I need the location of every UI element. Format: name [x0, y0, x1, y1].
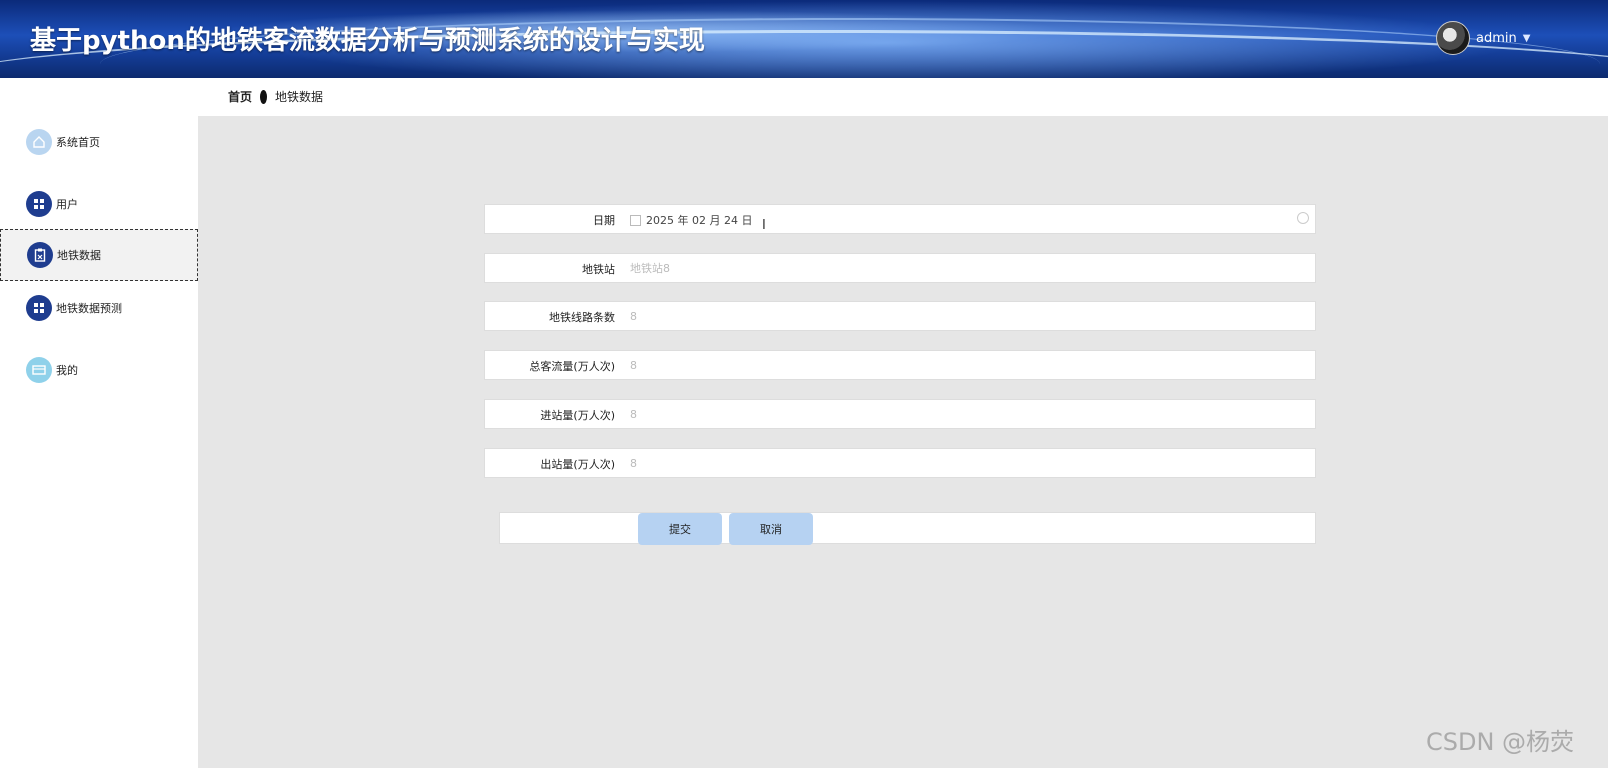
cancel-button[interactable]: 取消 — [729, 513, 813, 545]
sidebar-item-users[interactable]: 用户 — [0, 178, 198, 230]
breadcrumb-current: 地铁数据 — [275, 90, 324, 104]
calendar-icon[interactable] — [630, 214, 641, 226]
text-cursor-icon: I — [762, 218, 766, 233]
date-picker[interactable]: 2025 年 02 月 24 日 — [630, 212, 752, 228]
breadcrumb-home[interactable]: 首页 — [228, 88, 252, 105]
app-title: 基于python的地铁客流数据分析与预测系统的设计与实现 — [30, 26, 705, 56]
grid-icon — [26, 295, 52, 321]
total-flow-input[interactable] — [630, 352, 1300, 378]
user-avatar-icon[interactable] — [1436, 21, 1470, 55]
breadcrumb-separator-icon — [260, 89, 268, 104]
outbound-label: 出站量(万人次) — [540, 458, 615, 471]
form-row-inbound: 进站量(万人次) — [484, 399, 1316, 429]
watermark: CSDN @杨荧 — [1426, 728, 1575, 756]
app-header: 基于python的地铁客流数据分析与预测系统的设计与实现 admin ▼ — [0, 0, 1608, 78]
home-icon — [26, 129, 52, 155]
form-row-outbound: 出站量(万人次) — [484, 448, 1316, 478]
form-row-total-flow: 总客流量(万人次) — [484, 350, 1316, 380]
total-flow-label: 总客流量(万人次) — [529, 360, 615, 373]
lines-input[interactable] — [630, 303, 1300, 329]
form-row-station: 地铁站 — [484, 253, 1316, 283]
sidebar-item-label: 系统首页 — [56, 136, 100, 149]
lines-label: 地铁线路条数 — [549, 311, 615, 324]
date-value[interactable]: 2025 年 02 月 24 日 — [646, 212, 752, 228]
sidebar-item-subway-forecast[interactable]: 地铁数据预测 — [0, 282, 198, 334]
station-label: 地铁站 — [582, 263, 615, 276]
clipboard-icon — [27, 242, 53, 268]
form-row-date: 日期 2025 年 02 月 24 日 — [484, 204, 1316, 234]
sidebar-item-label: 地铁数据 — [57, 249, 101, 262]
date-label: 日期 — [593, 214, 615, 227]
outbound-input[interactable] — [630, 450, 1300, 476]
sidebar-item-label: 地铁数据预测 — [56, 302, 122, 315]
sidebar-item-mine[interactable]: 我的 — [0, 344, 198, 396]
card-icon — [26, 357, 52, 383]
grid-icon — [26, 191, 52, 217]
sidebar-item-label: 我的 — [56, 364, 78, 377]
submit-button[interactable]: 提交 — [638, 513, 722, 545]
breadcrumb-bar: 首页 地铁数据 — [0, 78, 1608, 116]
username[interactable]: admin — [1476, 31, 1517, 46]
form-actions: 提交 取消 — [499, 512, 1316, 545]
user-menu[interactable]: admin ▼ — [1436, 21, 1531, 55]
form-row-lines: 地铁线路条数 — [484, 301, 1316, 331]
caret-down-icon[interactable]: ▼ — [1523, 33, 1531, 44]
sidebar: 系统首页 用户 地铁数据 地铁数据预测 我的 — [0, 116, 198, 768]
inbound-input[interactable] — [630, 401, 1300, 427]
clear-icon[interactable] — [1297, 212, 1309, 224]
sidebar-item-subway-data[interactable]: 地铁数据 — [0, 229, 198, 281]
inbound-label: 进站量(万人次) — [540, 409, 615, 422]
sidebar-item-label: 用户 — [56, 198, 78, 211]
breadcrumb: 首页 地铁数据 — [228, 88, 323, 105]
station-input[interactable] — [630, 255, 1300, 281]
sidebar-item-home[interactable]: 系统首页 — [0, 116, 198, 168]
